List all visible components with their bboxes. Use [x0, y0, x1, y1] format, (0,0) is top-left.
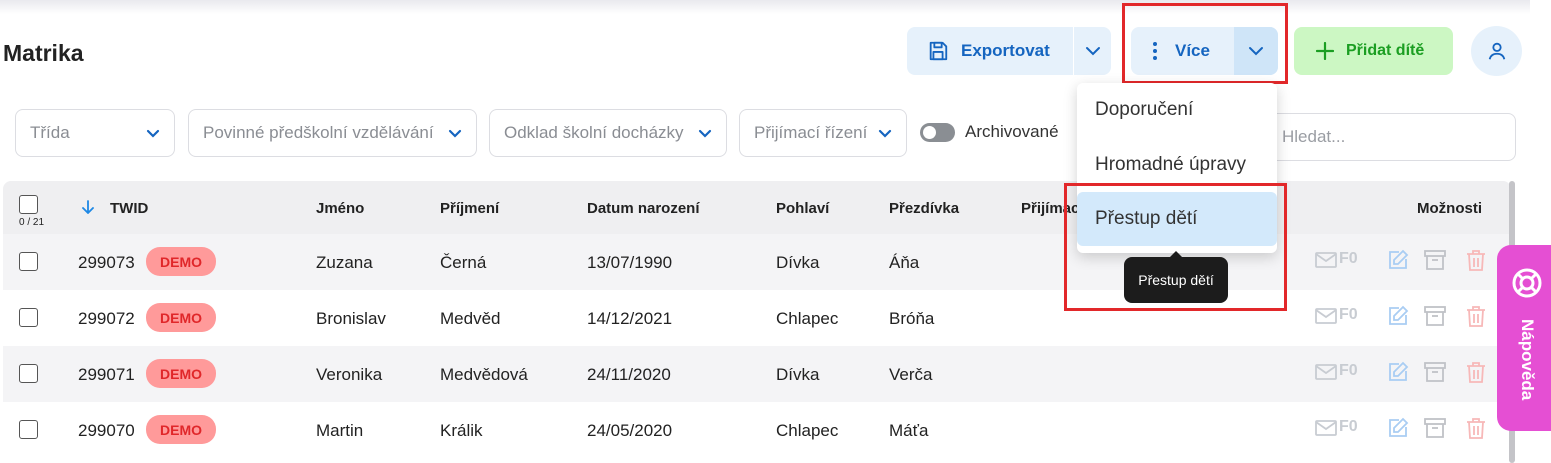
demo-badge: DEMO	[146, 303, 216, 332]
edit-icon[interactable]	[1386, 360, 1410, 389]
mail-count: F0	[1339, 362, 1358, 379]
table-row[interactable]: 299071 DEMO Veronika Medvědová 24/11/202…	[3, 346, 1511, 402]
last-name-cell: Černá	[440, 253, 487, 272]
selection-count: 0 / 21	[19, 217, 45, 228]
export-dropdown-toggle[interactable]	[1074, 27, 1111, 75]
column-options: Možnosti	[1417, 200, 1482, 217]
save-icon	[929, 41, 948, 61]
birth-date-cell: 24/05/2020	[587, 421, 673, 440]
birth-date-cell: 14/12/2021	[587, 309, 673, 328]
birth-date-cell: 24/11/2020	[587, 365, 671, 384]
mandatory-preschool-label: Povinné předškolní vzdělávání	[203, 123, 434, 142]
first-name-cell: Veronika	[316, 365, 383, 384]
menu-item-recommendations[interactable]: Doporučení	[1077, 83, 1277, 137]
first-name-cell: Martin	[316, 421, 364, 440]
row-checkbox[interactable]	[19, 364, 38, 383]
nickname-cell: Verča	[889, 365, 933, 384]
export-label: Exportovat	[961, 41, 1050, 60]
mail-icon[interactable]	[1315, 307, 1337, 330]
search-input[interactable]: Hledat...	[1263, 113, 1516, 161]
column-nickname[interactable]: Přezdívka	[889, 200, 959, 217]
plus-icon	[1316, 42, 1334, 60]
row-checkbox[interactable]	[19, 308, 38, 327]
edit-icon[interactable]	[1386, 304, 1410, 333]
twid-cell: 299072	[78, 309, 135, 328]
edit-icon[interactable]	[1386, 248, 1410, 277]
first-name-cell: Zuzana	[316, 253, 373, 272]
trash-icon[interactable]	[1465, 248, 1487, 277]
help-label: Nápověda	[1518, 319, 1537, 401]
page-title: Matrika	[3, 40, 84, 66]
twid-cell: 299070	[78, 421, 135, 440]
trash-icon[interactable]	[1465, 304, 1487, 333]
last-name-cell: Medvěd	[440, 309, 501, 328]
help-tab[interactable]: Nápověda	[1497, 245, 1551, 431]
twid-cell: 299073	[78, 253, 135, 272]
mandatory-preschool-filter[interactable]: Povinné předškolní vzdělávání	[188, 109, 477, 157]
top-bar-shadow	[0, 0, 1530, 14]
gender-cell: Chlapec	[776, 309, 839, 328]
gender-cell: Chlapec	[776, 421, 839, 440]
add-child-button[interactable]: Přidat dítě	[1294, 27, 1453, 75]
gender-cell: Dívka	[776, 365, 820, 384]
archive-icon[interactable]	[1423, 248, 1447, 277]
highlight-more-button	[1122, 3, 1288, 84]
sort-icon[interactable]	[82, 200, 94, 218]
admission-filter[interactable]: Přijímací řízení	[739, 109, 907, 157]
column-last-name[interactable]: Příjmení	[440, 200, 499, 217]
class-filter[interactable]: Třída	[15, 109, 175, 157]
archived-label: Archivované	[965, 122, 1059, 141]
row-checkbox[interactable]	[19, 420, 38, 439]
class-filter-label: Třída	[30, 123, 70, 142]
select-all-checkbox[interactable]	[19, 195, 38, 214]
trash-icon[interactable]	[1465, 416, 1487, 445]
gender-cell: Dívka	[776, 253, 820, 272]
demo-badge: DEMO	[146, 247, 216, 276]
admission-label: Přijímací řízení	[754, 123, 868, 142]
mail-icon[interactable]	[1315, 419, 1337, 442]
mail-icon[interactable]	[1315, 363, 1337, 386]
lifebuoy-icon	[1512, 268, 1542, 298]
export-button[interactable]: Exportovat	[907, 27, 1073, 75]
row-checkbox[interactable]	[19, 252, 38, 271]
twid-cell: 299071	[78, 365, 135, 384]
export-split-button: Exportovat	[907, 27, 1111, 75]
first-name-cell: Bronislav	[316, 309, 386, 328]
column-birth-date[interactable]: Datum narození	[587, 200, 700, 217]
mail-icon[interactable]	[1315, 251, 1337, 274]
mail-count: F0	[1339, 306, 1358, 323]
arrow-down-icon	[82, 200, 94, 215]
postponement-filter[interactable]: Odklad školní docházky	[489, 109, 727, 157]
chevron-down-icon	[448, 129, 462, 138]
column-twid[interactable]: TWID	[110, 200, 148, 217]
mail-count: F0	[1339, 418, 1358, 435]
postponement-label: Odklad školní docházky	[504, 123, 684, 142]
archive-icon[interactable]	[1423, 360, 1447, 389]
demo-badge: DEMO	[146, 359, 216, 388]
mail-count: F0	[1339, 250, 1358, 267]
column-first-name[interactable]: Jméno	[316, 200, 364, 217]
column-gender[interactable]: Pohlaví	[776, 200, 829, 217]
chevron-down-icon	[146, 129, 160, 138]
archived-toggle[interactable]	[920, 123, 955, 142]
chevron-down-icon	[1085, 47, 1100, 56]
table-row[interactable]: 299070 DEMO Martin Králik 24/05/2020 Chl…	[3, 402, 1511, 458]
nickname-cell: Áňa	[889, 253, 920, 272]
user-profile-button[interactable]	[1471, 26, 1522, 76]
trash-icon[interactable]	[1465, 360, 1487, 389]
chevron-down-icon	[698, 129, 712, 138]
chevron-down-icon	[878, 129, 892, 138]
last-name-cell: Králik	[440, 421, 483, 440]
archive-icon[interactable]	[1423, 416, 1447, 445]
nickname-cell: Bróňa	[889, 309, 935, 328]
add-child-label: Přidat dítě	[1346, 42, 1425, 59]
archive-icon[interactable]	[1423, 304, 1447, 333]
birth-date-cell: 13/07/1990	[587, 253, 673, 272]
nickname-cell: Máťa	[889, 421, 929, 440]
user-icon	[1488, 42, 1505, 60]
demo-badge: DEMO	[146, 415, 216, 444]
edit-icon[interactable]	[1386, 416, 1410, 445]
last-name-cell: Medvědová	[440, 365, 528, 384]
highlight-child-transfer	[1064, 183, 1287, 311]
